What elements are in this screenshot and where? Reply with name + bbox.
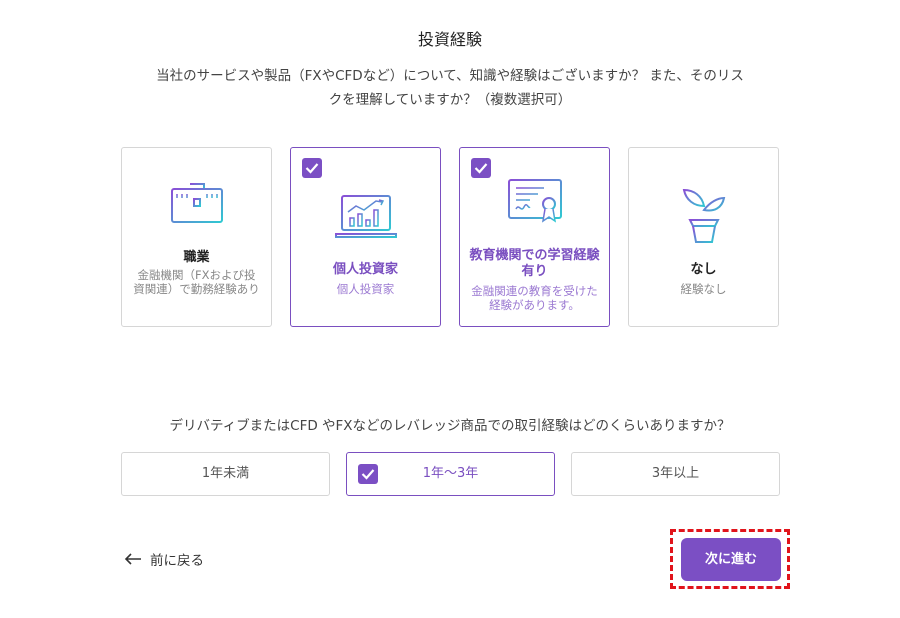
briefcase-icon xyxy=(122,178,271,226)
option-label: 1年未満 xyxy=(201,466,250,481)
option-1-to-3-years[interactable]: 1年〜3年 xyxy=(346,452,555,496)
laptop-chart-icon xyxy=(291,192,440,242)
next-button[interactable]: 次に進む xyxy=(681,538,781,581)
card-title: 個人投資家 xyxy=(332,262,398,277)
option-label: 1年〜3年 xyxy=(422,466,479,481)
check-icon xyxy=(474,163,488,174)
page-title: 投資経験 xyxy=(417,30,482,49)
check-icon xyxy=(305,163,319,174)
check-icon xyxy=(361,469,375,480)
card-title: なし xyxy=(690,262,717,277)
question-knowledge: 当社のサービスや製品（FXやCFDなど）について、知識や経験はございますか？ ま… xyxy=(140,64,760,112)
checkbox-checked[interactable] xyxy=(471,158,491,178)
card-title: 職業 xyxy=(183,250,210,265)
checkbox-checked[interactable] xyxy=(358,464,378,484)
question-leverage: デリバティブまたはCFD やFXなどのレバレッジ商品での取引経験はどのくらいあり… xyxy=(169,418,731,434)
card-description: 金融機関（FXおよび投資関連）で勤務経験あり xyxy=(133,268,260,296)
card-individual-investor[interactable]: 個人投資家 個人投資家 xyxy=(290,147,441,327)
plant-pot-icon xyxy=(629,186,778,244)
checkbox-checked[interactable] xyxy=(302,158,322,178)
card-none[interactable]: なし 経験なし xyxy=(628,147,779,327)
certificate-icon xyxy=(460,176,609,224)
question-line-2: クを理解していますか？（複数選択可） xyxy=(328,92,572,108)
back-label: 前に戻る xyxy=(150,553,204,569)
card-description: 金融関連の教育を受けた経験があります。 xyxy=(471,284,598,312)
card-education[interactable]: 教育機関での学習経験有り 金融関連の教育を受けた経験があります。 xyxy=(459,147,610,327)
option-more-than-3-years[interactable]: 3年以上 xyxy=(571,452,780,496)
card-title: 教育機関での学習経験有り xyxy=(469,248,600,279)
option-label: 3年以上 xyxy=(651,466,700,481)
card-description: 個人投資家 xyxy=(336,282,395,296)
back-link[interactable]: 前に戻る xyxy=(124,549,204,569)
card-description: 経験なし xyxy=(680,282,727,296)
arrow-left-icon xyxy=(124,553,141,565)
question-line-1: 当社のサービスや製品（FXやCFDなど）について、知識や経験はございますか？ ま… xyxy=(156,68,744,84)
card-occupation[interactable]: 職業 金融機関（FXおよび投資関連）で勤務経験あり xyxy=(121,147,272,327)
option-less-than-1-year[interactable]: 1年未満 xyxy=(121,452,330,496)
